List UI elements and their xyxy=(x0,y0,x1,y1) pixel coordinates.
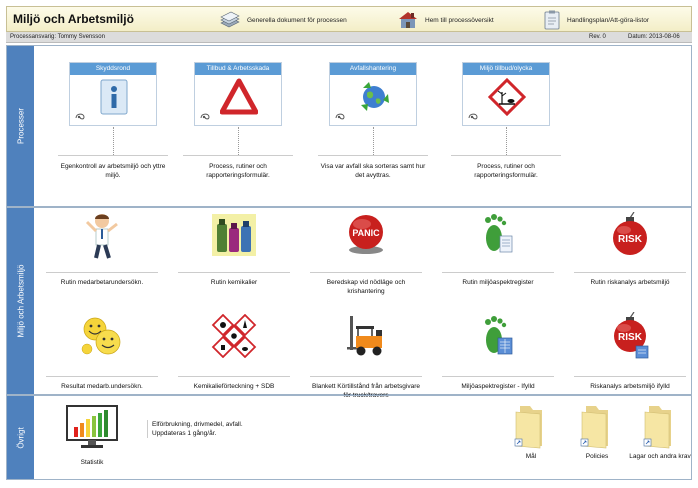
header-bar: Miljö och Arbetsmiljö Generella dokument… xyxy=(6,6,692,32)
info-bar: Processansvarig: Tommy Svensson Rev. 0 D… xyxy=(6,32,692,43)
happy-worker-icon xyxy=(85,214,118,259)
panic-badge: PANIC xyxy=(352,228,380,238)
process-avfallshantering[interactable]: Avfallshantering xyxy=(329,62,417,126)
documents-stack-icon xyxy=(220,11,240,28)
connector-line xyxy=(238,127,239,155)
listen-icon xyxy=(75,113,85,120)
link-handlingsplan[interactable]: Handlingsplan/Att-göra-listor xyxy=(543,9,649,31)
hazard-symbols-icon xyxy=(211,314,257,358)
section-label-processer: Processer xyxy=(7,46,34,206)
warning-triangle-icon xyxy=(220,78,258,115)
clipboard-icon xyxy=(544,10,560,30)
routine-label: Resultat medarb.undersökn. xyxy=(46,376,158,391)
risk-badge: RISK xyxy=(618,234,643,245)
folder-label: Policies xyxy=(585,453,609,460)
revision: Rev. 0 xyxy=(589,34,606,40)
info-sign-icon xyxy=(100,79,128,115)
listen-icon xyxy=(468,113,478,120)
folder-lagar-krav[interactable]: Lagar och andra krav xyxy=(629,402,691,460)
section-label-miljo: Miljö och Arbetsmiljö xyxy=(7,208,34,394)
green-footprint-sheet-icon xyxy=(485,316,513,355)
risk-badge: RISK xyxy=(618,332,643,343)
bar-chart-monitor-icon xyxy=(66,405,118,448)
routine-label: Riskanalys arbetsmiljö ifylld xyxy=(574,376,686,391)
folder-policies[interactable]: Policies xyxy=(572,402,622,460)
process-description: Egenkontroll av arbetsmiljö och yttre mi… xyxy=(58,155,168,180)
statistik-label: Statistik xyxy=(80,459,104,466)
statistik-description: Elförbrukning, drivmedel, avfall. Uppdat… xyxy=(147,420,243,438)
routine-label: Miljöaspektregister - Ifylld xyxy=(442,376,554,391)
folder-shortcut-icon xyxy=(514,406,542,449)
statistik-tile[interactable]: Statistik xyxy=(62,405,122,475)
page-title: Miljö och Arbetsmiljö xyxy=(13,12,134,26)
routine-label: Kemikalieförteckning + SDB xyxy=(178,376,290,391)
process-description: Process, rutiner och rapporteringsformul… xyxy=(183,155,293,180)
link-label: Generella dokument för processen xyxy=(247,16,347,24)
folder-label: Lagar och andra krav xyxy=(629,453,691,460)
date: Datum: 2013-08-06 xyxy=(628,34,680,40)
routine-label: Rutin medarbetarundersökn. xyxy=(46,272,158,287)
risk-bomb-sheet-icon: RISK xyxy=(614,312,649,359)
process-tillbud-arbetsskada[interactable]: Tillbud & Arbetsskada xyxy=(194,62,282,126)
process-description: Visa var avfall ska sorteras samt hur de… xyxy=(318,155,428,180)
routine-label: Beredskap vid nödläge och krishantering xyxy=(310,272,422,296)
folder-shortcut-icon xyxy=(643,406,671,449)
folder-mal[interactable]: Mål xyxy=(506,402,556,460)
link-label: Hem till processöversikt xyxy=(425,16,494,24)
folder-shortcut-icon xyxy=(580,406,608,449)
listen-icon xyxy=(200,113,210,120)
green-footprint-icon xyxy=(485,214,513,253)
connector-line xyxy=(506,127,507,155)
process-title: Tillbud & Arbetsskada xyxy=(195,63,281,75)
link-generella-dokument[interactable]: Generella dokument för processen xyxy=(219,9,347,31)
process-title: Skyddsrond xyxy=(70,63,156,75)
environment-hazard-icon xyxy=(488,78,526,116)
section-ovrigt: Övrigt Statistik Elförbrukning, drivmede… xyxy=(6,395,692,480)
smiley-faces-icon xyxy=(81,317,121,355)
house-icon xyxy=(399,12,417,28)
folder-label: Mål xyxy=(525,453,537,460)
process-description: Process, rutiner och rapporteringsformul… xyxy=(451,155,561,180)
link-hem-processoversikt[interactable]: Hem till processöversikt xyxy=(397,9,494,31)
risk-bomb-icon: RISK xyxy=(613,212,647,255)
process-title: Avfallshantering xyxy=(330,63,416,75)
forklift-icon xyxy=(347,316,382,356)
section-processer: Processer Skyddsrond Egenkontroll av arb… xyxy=(6,45,692,207)
process-owner: Processansvarig: Tommy Svensson xyxy=(10,34,105,40)
chemical-bottles-icon xyxy=(212,214,256,256)
recycle-globe-icon xyxy=(361,82,389,111)
routine-label: Rutin kemikalier xyxy=(178,272,290,287)
routine-label: Rutin miljöaspektregister xyxy=(442,272,554,287)
process-title: Miljö tillbud/olycka xyxy=(463,63,549,75)
listen-icon xyxy=(335,113,345,120)
section-miljo-arbetsmiljo: Miljö och Arbetsmiljö Rutin medarbetarun… xyxy=(6,207,692,399)
connector-line xyxy=(373,127,374,155)
panic-button-icon: PANIC xyxy=(349,215,383,254)
link-label: Handlingsplan/Att-göra-listor xyxy=(567,16,650,24)
process-skyddsrond[interactable]: Skyddsrond xyxy=(69,62,157,126)
process-miljo-tillbud-olycka[interactable]: Miljö tillbud/olycka xyxy=(462,62,550,126)
section-label-ovrigt: Övrigt xyxy=(7,396,34,479)
routine-label: Rutin riskanalys arbetsmiljö xyxy=(574,272,686,287)
connector-line xyxy=(113,127,114,155)
